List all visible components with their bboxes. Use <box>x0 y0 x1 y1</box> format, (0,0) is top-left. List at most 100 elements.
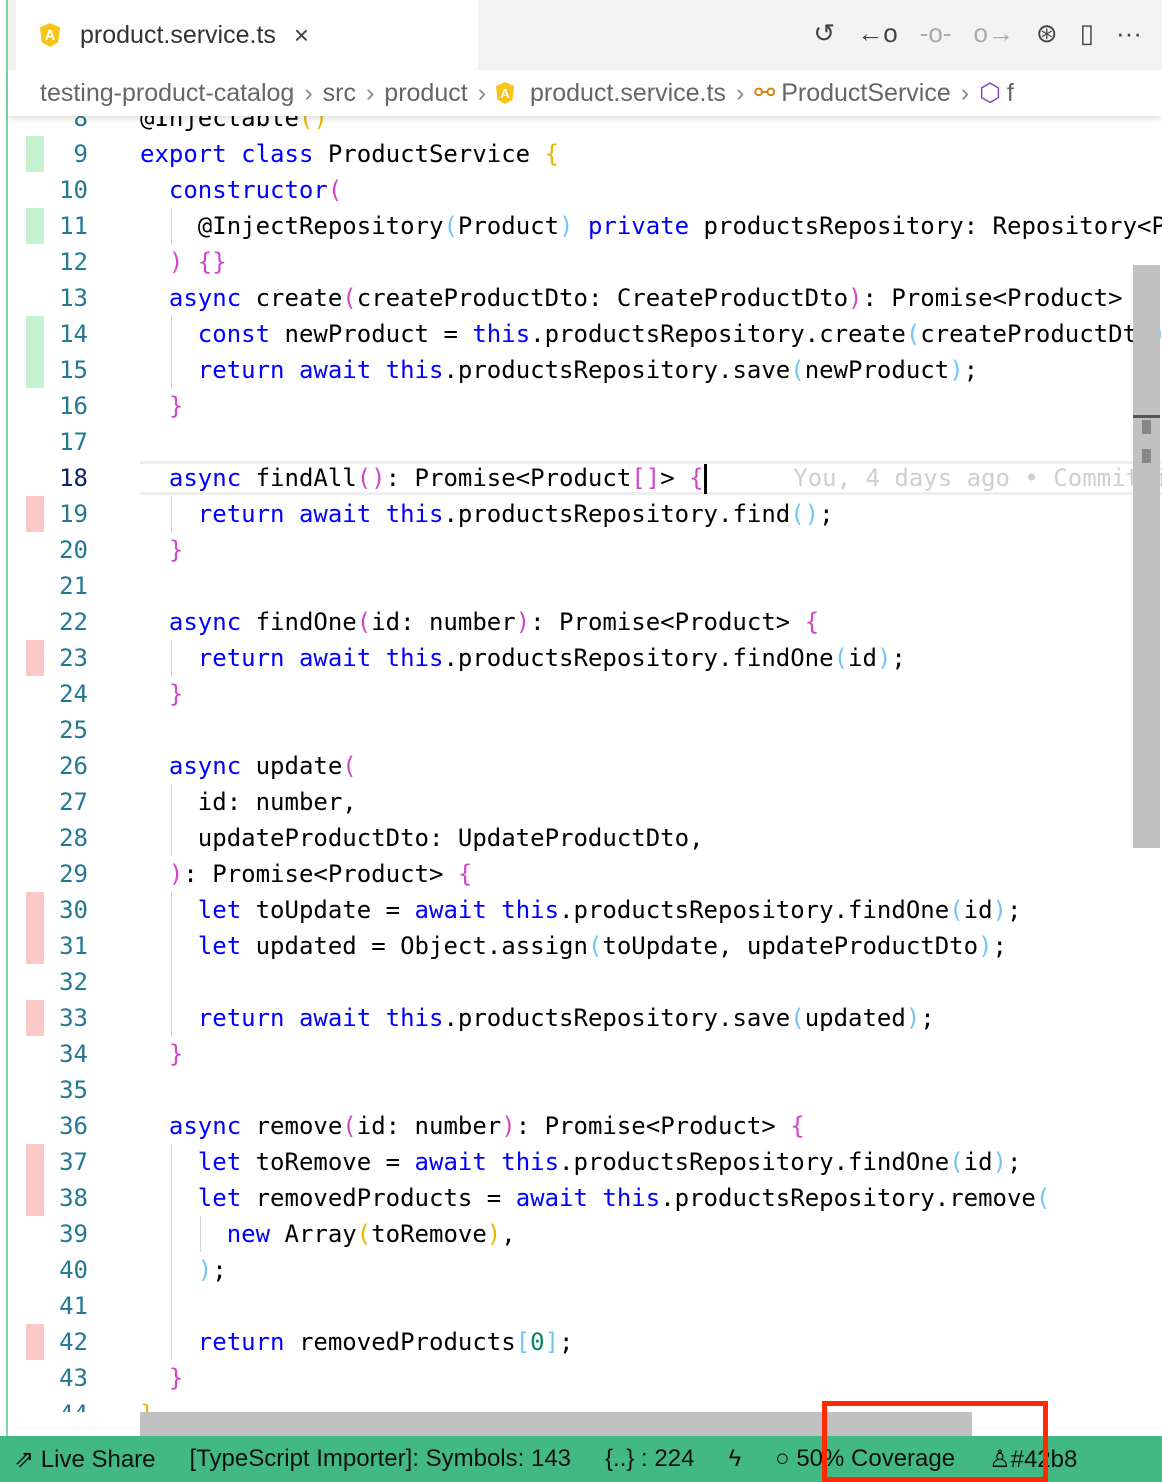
more-icon[interactable]: ··· <box>1116 18 1142 49</box>
code-token: this <box>385 356 444 384</box>
uncovered-line-marker <box>26 1324 44 1360</box>
code-text: ); <box>198 1252 227 1288</box>
code-token: {} <box>197 248 227 276</box>
breadcrumb-item[interactable]: f <box>1007 79 1014 108</box>
tab-product-service[interactable]: A product.service.ts × <box>16 0 478 70</box>
previous-change-icon[interactable]: -o- <box>920 18 952 49</box>
code-token: [] <box>631 464 661 492</box>
code-token: ( <box>342 1112 357 1140</box>
code-token: id: number <box>356 1112 502 1140</box>
line-number: 16 <box>59 392 88 420</box>
code-token: ) <box>949 356 964 384</box>
indent-guide <box>170 784 172 856</box>
code-token: this <box>472 320 531 348</box>
code-text: } <box>169 532 183 568</box>
code-text: async findOne(id: number): Promise<Produ… <box>169 604 819 640</box>
code-editor[interactable]: 8 @Injectable() 9 export class ProductServi… <box>8 100 1162 1412</box>
code-token: newProduct = <box>270 320 473 348</box>
code-token: .productsRepository.save <box>443 356 791 384</box>
code-text: export class ProductService { <box>140 136 559 172</box>
vertical-scrollbar[interactable] <box>1133 265 1160 848</box>
line-number: 23 <box>59 644 88 672</box>
code-text: let toUpdate = await this.productsReposi… <box>198 892 1022 928</box>
git-commit-icon[interactable]: ←o <box>857 18 897 49</box>
code-text: let toRemove = await this.productsReposi… <box>198 1144 1022 1180</box>
code-line: 14 const newProduct = this.productsReposi… <box>8 316 1162 352</box>
lightning-icon[interactable]: ϟ <box>728 1445 741 1473</box>
code-token: : Promise<Product> <box>183 860 458 888</box>
live-share-icon: ⇗ <box>14 1445 35 1473</box>
chevron-right-icon: › <box>735 78 745 107</box>
code-token: ( <box>949 896 964 924</box>
code-line: 22 async findOne(id: number): Promise<Pro… <box>8 604 1162 640</box>
code-token: id: number, <box>197 788 357 816</box>
code-text: ) {} <box>169 244 227 280</box>
breadcrumb-item[interactable]: src <box>323 79 356 108</box>
added-line-marker <box>26 316 44 352</box>
line-number: 41 <box>59 1292 88 1320</box>
code-token: await <box>414 896 487 924</box>
angular-icon: A <box>496 82 515 104</box>
line-number: 21 <box>59 572 88 600</box>
uncovered-line-marker <box>26 892 44 928</box>
code-line: 33 return await this.productsRepository.s… <box>8 1000 1162 1036</box>
code-token: toRemove = <box>241 1148 415 1176</box>
code-line: 34} <box>8 1036 1162 1072</box>
code-line: 42 return removedProducts[0]; <box>8 1324 1162 1360</box>
code-token: : Promise<Product <box>385 464 632 492</box>
breadcrumb-item[interactable]: product.service.ts <box>530 79 726 108</box>
code-token: ) <box>848 284 863 312</box>
code-line: 25 <box>8 712 1162 748</box>
code-token: async <box>168 1112 242 1140</box>
git-graph-icon[interactable]: ⊛ <box>1036 18 1058 49</box>
code-token: ( <box>356 608 372 636</box>
code-token: updated <box>804 1004 906 1032</box>
code-token: ( <box>905 320 921 348</box>
next-change-icon[interactable]: o→ <box>973 18 1013 49</box>
code-line: 39 new Array(toRemove), <box>8 1216 1162 1252</box>
code-token: id: number <box>371 608 516 636</box>
typescript-importer-status[interactable]: [TypeScript Importer]: Symbols: 143 <box>190 1445 571 1473</box>
line-number: 37 <box>59 1148 88 1176</box>
braces-count[interactable]: {..} : 224 <box>605 1445 694 1473</box>
line-number: 30 <box>59 896 88 924</box>
code-token: .productsRepository.findOne <box>559 1148 950 1176</box>
breadcrumb-item[interactable]: testing-product-catalog <box>40 79 294 108</box>
code-token: } <box>168 1040 184 1068</box>
code-line: 36 async remove(id: number): Promise<Prod… <box>8 1108 1162 1144</box>
indent-guide <box>199 1216 201 1252</box>
indent-guide <box>170 208 172 244</box>
code-token: ) <box>168 860 184 888</box>
code-line: 32 <box>8 964 1162 1000</box>
code-token: ; <box>212 1256 227 1284</box>
code-token: .productsRepository.find <box>443 500 791 528</box>
uncovered-line-marker <box>26 640 44 676</box>
code-token: newProduct <box>804 356 950 384</box>
breadcrumb-item[interactable]: ProductService <box>781 79 951 108</box>
code-line: 43} <box>8 1360 1162 1396</box>
live-share-button[interactable]: ⇗ Live Share <box>14 1445 156 1474</box>
close-icon[interactable]: × <box>294 20 309 51</box>
uncovered-line-marker <box>26 1144 44 1180</box>
line-number: 12 <box>59 248 88 276</box>
code-token: .productsRepository.findOne <box>559 896 950 924</box>
line-number: 24 <box>59 680 88 708</box>
breadcrumb-item[interactable]: product <box>384 79 467 108</box>
code-token: new <box>226 1220 271 1248</box>
split-editor-icon[interactable]: ▯ <box>1080 18 1094 49</box>
code-token: update <box>241 752 343 780</box>
code-line: 12 ) {} <box>8 244 1162 280</box>
code-token: ( <box>790 356 805 384</box>
code-token: { <box>544 140 560 168</box>
timeline-icon[interactable]: ↺ <box>813 18 835 49</box>
line-number: 22 <box>59 608 88 636</box>
code-token: { <box>804 608 820 636</box>
tab-title: product.service.ts <box>80 20 276 49</box>
line-number: 18 <box>59 464 88 492</box>
code-token: ) <box>905 1004 921 1032</box>
code-token: this <box>501 896 560 924</box>
